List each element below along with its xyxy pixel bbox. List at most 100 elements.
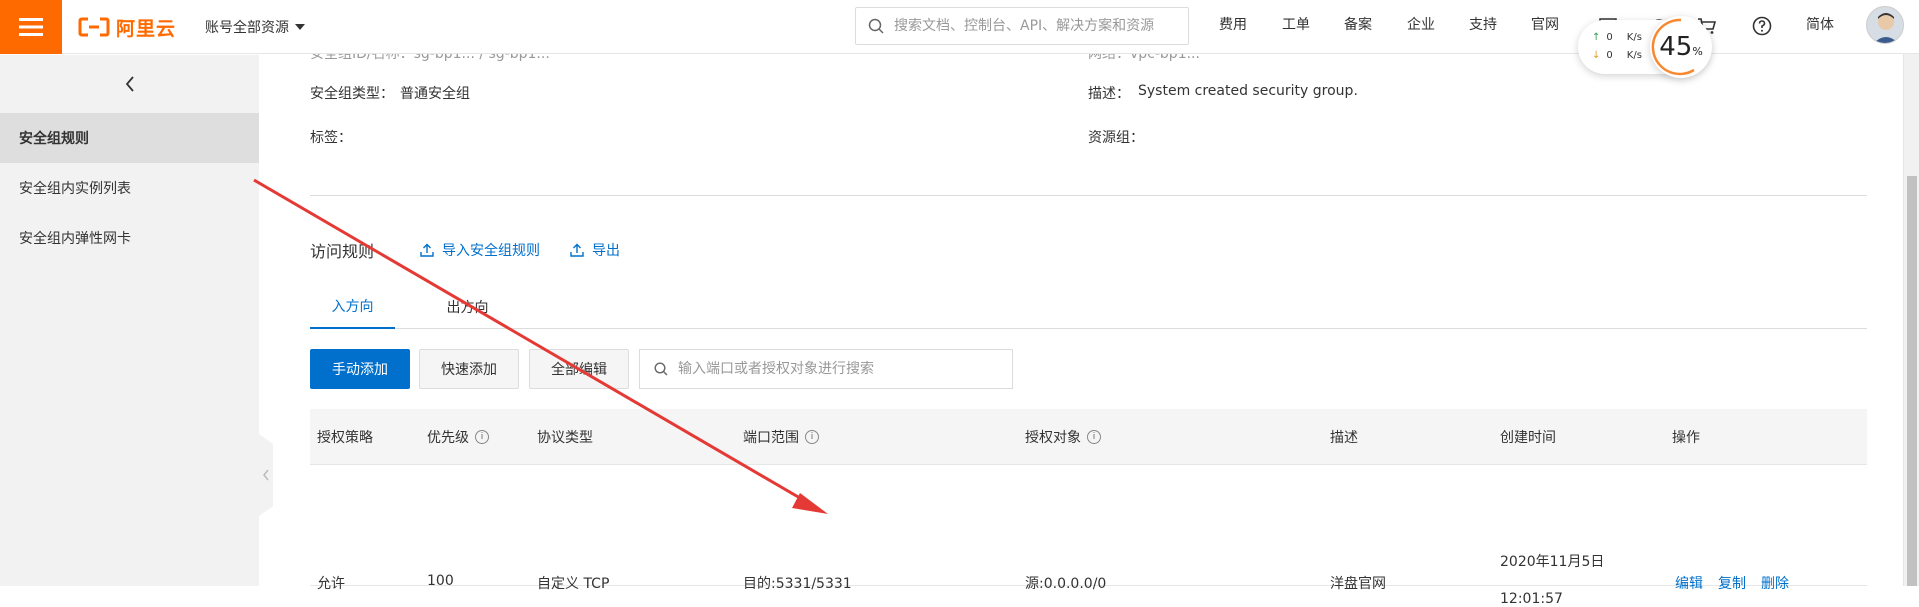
sidebar-item-label: 安全组内弹性网卡 xyxy=(19,231,131,247)
memory-usage-gauge[interactable]: 45 % xyxy=(1650,16,1712,78)
rule-search-input[interactable] xyxy=(676,360,996,378)
export-label: 导出 xyxy=(592,243,620,259)
col-policy[interactable]: 授权策略 xyxy=(317,427,373,447)
col-port-label: 端口范围 xyxy=(743,430,799,446)
nav-enterprise[interactable]: 企业 xyxy=(1407,14,1435,34)
gauge-ring-icon xyxy=(1651,18,1695,76)
col-port[interactable]: 端口范围 i xyxy=(743,427,819,447)
col-created-label: 创建时间 xyxy=(1500,430,1556,446)
nav-tickets[interactable]: 工单 xyxy=(1282,14,1310,34)
cell-policy: 允许 xyxy=(317,576,345,592)
delete-rule-link[interactable]: 删除 xyxy=(1761,573,1789,593)
chevron-left-small-icon xyxy=(263,469,269,481)
col-description-label: 描述 xyxy=(1330,430,1358,446)
cell-created-time: 12:01:57 xyxy=(1500,591,1563,607)
caret-down-icon xyxy=(295,24,305,30)
col-created[interactable]: 创建时间 xyxy=(1500,427,1556,447)
user-avatar[interactable] xyxy=(1866,6,1904,44)
cell-priority: 100 xyxy=(427,573,454,589)
global-search-input[interactable] xyxy=(892,17,1172,35)
section-divider xyxy=(310,195,1867,196)
info-icon[interactable]: i xyxy=(805,430,819,444)
col-description[interactable]: 描述 xyxy=(1330,427,1358,447)
nav-website[interactable]: 官网 xyxy=(1531,14,1559,34)
info-icon[interactable]: i xyxy=(475,430,489,444)
language-switch[interactable]: 简体 xyxy=(1806,14,1834,34)
sidebar-item-rules[interactable]: 安全组规则 xyxy=(0,113,259,163)
sidebar-back-button[interactable] xyxy=(0,55,259,113)
avatar-icon xyxy=(1873,13,1899,43)
sidebar: 安全组规则 安全组内实例列表 安全组内弹性网卡 xyxy=(0,55,259,586)
account-label: 账号全部资源 xyxy=(205,20,289,36)
cell-description: 洋盘官网 xyxy=(1330,576,1386,592)
import-rules-button[interactable]: 导入安全组规则 xyxy=(420,240,540,260)
rule-search-box[interactable] xyxy=(639,349,1013,389)
arrow-up-icon: ↑ xyxy=(1592,32,1601,43)
nav-icp[interactable]: 备案 xyxy=(1344,14,1372,34)
scrollbar-thumb[interactable] xyxy=(1907,176,1917,586)
menu-toggle-button[interactable] xyxy=(0,0,62,54)
col-protocol[interactable]: 协议类型 xyxy=(537,427,593,447)
cell-source: 源:0.0.0.0/0 xyxy=(1025,576,1107,592)
sidebar-item-label: 安全组规则 xyxy=(19,131,89,147)
upload-value: 0 xyxy=(1606,32,1613,43)
tags-label: 标签： xyxy=(310,130,352,146)
logo-text: 阿里云 xyxy=(116,17,177,40)
arrow-down-icon: ↓ xyxy=(1592,50,1601,61)
nav-billing[interactable]: 费用 xyxy=(1219,14,1247,34)
hamburger-icon xyxy=(19,18,43,36)
upload-unit: K/s xyxy=(1626,32,1642,43)
upload-speed: ↑ 0 K/s xyxy=(1592,32,1642,43)
sidebar-item-eni[interactable]: 安全组内弹性网卡 xyxy=(0,213,259,263)
cell-protocol: 自定义 TCP xyxy=(537,576,610,592)
search-icon xyxy=(654,362,668,376)
rules-table-header: 授权策略 优先级 i 协议类型 端口范围 i 授权对象 i 描述 创建时间 操作 xyxy=(310,409,1867,465)
tab-inbound[interactable]: 入方向 xyxy=(310,285,395,329)
edit-all-button[interactable]: 全部编辑 xyxy=(529,349,629,389)
col-policy-label: 授权策略 xyxy=(317,430,373,446)
description-value: System created security group. xyxy=(1138,83,1358,99)
main-content: 安全组ID/名称：sg-bp1... / sg-bp1... 网络：vpc-bp… xyxy=(273,53,1903,607)
global-search-box[interactable] xyxy=(855,7,1189,45)
import-rules-label: 导入安全组规则 xyxy=(442,243,540,259)
cell-created-date: 2020年11月5日 xyxy=(1500,554,1605,570)
download-speed: ↓ 0 K/s xyxy=(1592,50,1642,61)
tab-outbound[interactable]: 出方向 xyxy=(410,285,525,329)
col-priority-label: 优先级 xyxy=(427,430,469,446)
cell-port: 目的:5331/5331 xyxy=(743,576,852,592)
search-icon xyxy=(868,18,884,34)
sg-type-value: 普通安全组 xyxy=(400,86,470,102)
copy-rule-link[interactable]: 复制 xyxy=(1718,573,1746,593)
table-row: 允许 100 自定义 TCP 目的:5331/5331 源:0.0.0.0/0 … xyxy=(310,466,1867,607)
download-unit: K/s xyxy=(1626,50,1642,61)
manual-add-button[interactable]: 手动添加 xyxy=(310,349,410,389)
upload-icon xyxy=(420,243,434,257)
help-icon xyxy=(1752,16,1772,36)
info-icon[interactable]: i xyxy=(1087,430,1101,444)
resource-group-label: 资源组： xyxy=(1088,130,1144,146)
download-value: 0 xyxy=(1606,50,1613,61)
access-rules-title: 访问规则 xyxy=(310,242,375,261)
col-priority[interactable]: 优先级 i xyxy=(427,427,489,447)
sidebar-item-label: 安全组内实例列表 xyxy=(19,181,131,197)
col-source-label: 授权对象 xyxy=(1025,430,1081,446)
col-source[interactable]: 授权对象 i xyxy=(1025,427,1101,447)
aliyun-logo[interactable]: 阿里云 xyxy=(78,12,176,42)
help-button[interactable] xyxy=(1748,12,1776,40)
export-icon xyxy=(570,243,584,257)
col-protocol-label: 协议类型 xyxy=(537,430,593,446)
export-button[interactable]: 导出 xyxy=(570,240,620,260)
sidebar-item-instances[interactable]: 安全组内实例列表 xyxy=(0,163,259,213)
aliyun-logo-icon xyxy=(78,17,110,37)
page-scrollbar[interactable] xyxy=(1903,54,1919,586)
col-actions: 操作 xyxy=(1672,427,1700,447)
description-label: 描述： xyxy=(1088,86,1130,102)
account-resource-dropdown[interactable]: 账号全部资源 xyxy=(205,12,305,42)
sg-type-label: 安全组类型： xyxy=(310,86,394,102)
nav-support[interactable]: 支持 xyxy=(1469,14,1497,34)
sidebar-collapse-handle[interactable] xyxy=(259,434,273,516)
chevron-left-icon xyxy=(125,76,134,92)
direction-tabs: 入方向 出方向 xyxy=(310,285,1867,329)
quick-add-button[interactable]: 快速添加 xyxy=(419,349,519,389)
edit-rule-link[interactable]: 编辑 xyxy=(1675,573,1703,593)
